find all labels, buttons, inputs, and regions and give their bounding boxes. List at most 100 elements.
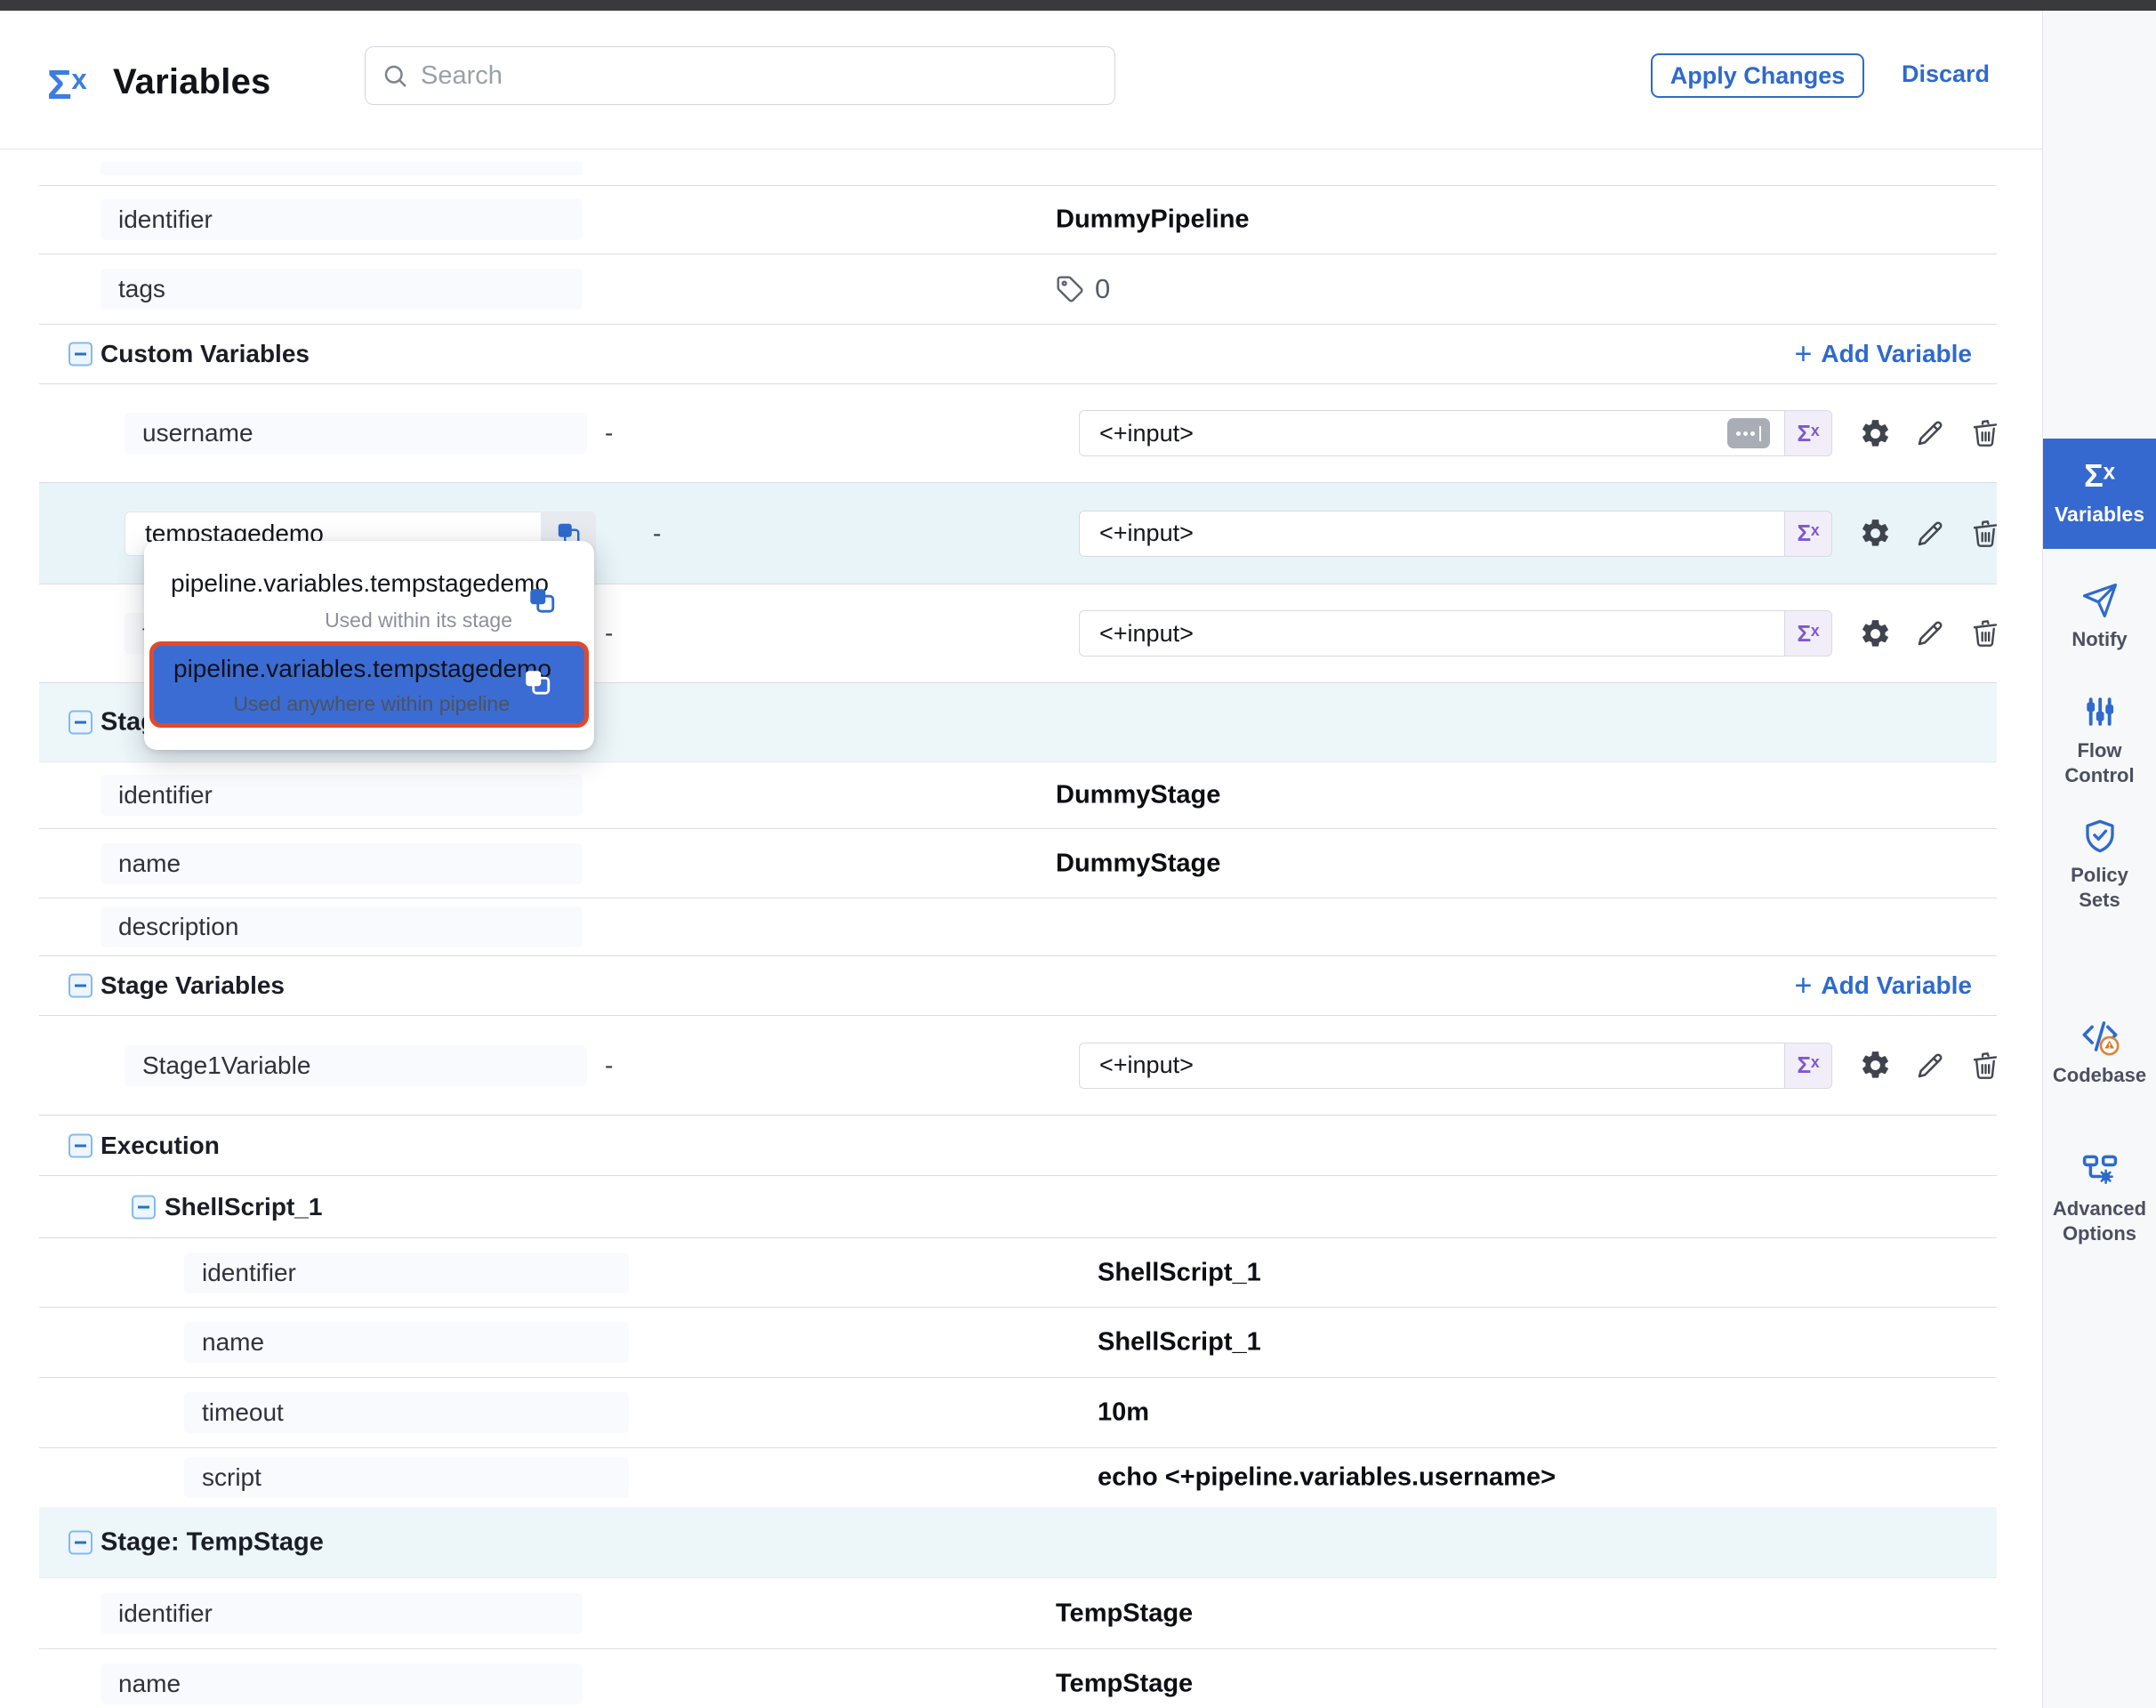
settings-gear-icon[interactable] bbox=[1857, 616, 1893, 651]
variable-value-input[interactable]: <+input> bbox=[1079, 610, 1784, 657]
sidebar-item-advanced-options[interactable]: Advanced Options bbox=[2043, 1150, 2156, 1246]
expression-toggle-icon[interactable]: Σˣ bbox=[1784, 511, 1832, 557]
search-box[interactable] bbox=[365, 46, 1115, 105]
delete-trash-icon[interactable] bbox=[1967, 415, 2003, 451]
table-row-pipeline-tags: tags 0 bbox=[39, 254, 1997, 325]
label-pill-partial bbox=[101, 162, 583, 175]
code-warning-icon bbox=[2043, 1017, 2156, 1056]
sidebar-item-flow-control[interactable]: Flow Control bbox=[2043, 692, 2156, 788]
variable-name: username bbox=[125, 413, 587, 454]
row-value: 0 bbox=[1056, 273, 1110, 305]
row-value: DummyStage bbox=[1056, 849, 1220, 878]
delete-trash-icon[interactable] bbox=[1967, 1048, 2003, 1084]
studio-right-rail: Σˣ Variables Notify Flow Control Policy … bbox=[2042, 11, 2156, 1708]
variables-drawer: Σˣ Variables Apply Changes Discard ident… bbox=[0, 11, 2042, 1708]
table-row-stage-name: name DummyStage bbox=[39, 829, 1997, 898]
variable-value-input-group: <+input> Σˣ bbox=[1079, 1043, 1832, 1089]
row-label: identifier bbox=[101, 775, 583, 816]
variable-value-input-group: <+input> Σˣ bbox=[1079, 511, 1832, 557]
search-input[interactable] bbox=[421, 61, 1098, 91]
copy-icon[interactable] bbox=[527, 585, 557, 620]
section-title: Stage Variables bbox=[101, 971, 285, 1000]
delete-trash-icon[interactable] bbox=[1967, 516, 2003, 552]
row-label: name bbox=[184, 1322, 629, 1363]
edit-pencil-icon[interactable] bbox=[1912, 616, 1948, 651]
delete-trash-icon[interactable] bbox=[1967, 616, 2003, 651]
sidebar-item-variables[interactable]: Σˣ Variables bbox=[2043, 439, 2156, 549]
variable-value-input[interactable]: <+input> bbox=[1079, 1043, 1784, 1089]
row-value: TempStage bbox=[1056, 1670, 1193, 1699]
expression-toggle-icon[interactable]: Σˣ bbox=[1784, 410, 1832, 456]
variable-value-input-group: <+input> Σˣ bbox=[1079, 410, 1832, 456]
row-value: echo <+pipeline.variables.username> bbox=[1098, 1463, 1556, 1493]
row-label: name bbox=[101, 843, 583, 884]
collapse-minus-icon[interactable] bbox=[68, 711, 93, 735]
collapse-minus-icon[interactable] bbox=[68, 1133, 93, 1157]
runtime-input-settings-icon[interactable] bbox=[1727, 418, 1770, 448]
row-label: description bbox=[101, 906, 583, 947]
section-header-shellscript-1: ShellScript_1 bbox=[39, 1176, 1997, 1238]
paper-plane-icon bbox=[2043, 581, 2156, 620]
variables-table: identifier DummyPipeline tags 0 Custom V… bbox=[39, 160, 1997, 1708]
row-label: identifier bbox=[101, 199, 583, 240]
row-value: DummyPipeline bbox=[1056, 205, 1250, 235]
settings-gear-icon[interactable] bbox=[1857, 415, 1893, 451]
sidebar-item-codebase[interactable]: Codebase bbox=[2043, 1017, 2156, 1088]
page-title: Variables bbox=[113, 62, 270, 102]
collapse-minus-icon[interactable] bbox=[68, 974, 93, 998]
window-top-strip bbox=[0, 0, 2156, 11]
sidebar-item-policy-sets[interactable]: Policy Sets bbox=[2043, 817, 2156, 913]
sidebar-item-label: Policy Sets bbox=[2043, 863, 2156, 913]
edit-pencil-icon[interactable] bbox=[1912, 415, 1948, 451]
section-title: Stage: TempStage bbox=[101, 1527, 324, 1557]
collapse-minus-icon[interactable] bbox=[132, 1195, 156, 1219]
plus-icon: + bbox=[1795, 971, 1813, 1001]
row-label: identifier bbox=[184, 1253, 629, 1293]
add-variable-label: Add Variable bbox=[1821, 340, 1972, 368]
expression-toggle-icon[interactable]: Σˣ bbox=[1784, 610, 1832, 657]
scope-hint: Used anywhere within pipeline bbox=[233, 692, 510, 716]
popup-option-stage-scope[interactable]: pipeline.variables.tempstagedemo Used wi… bbox=[144, 550, 594, 639]
variable-row-stage1variable: Stage1Variable - <+input> Σˣ bbox=[39, 1016, 1997, 1116]
flowchart-gear-icon bbox=[2043, 1150, 2156, 1189]
tag-icon bbox=[1056, 275, 1084, 303]
add-variable-button[interactable]: + Add Variable bbox=[1795, 339, 1972, 369]
table-row-step-script: script echo <+pipeline.variables.usernam… bbox=[39, 1448, 1997, 1507]
panel-header: Σˣ Variables Apply Changes Discard bbox=[0, 11, 2042, 149]
row-value: DummyStage bbox=[1056, 781, 1220, 810]
sidebar-item-label: Flow Control bbox=[2043, 738, 2156, 788]
section-title: ShellScript_1 bbox=[165, 1193, 322, 1221]
popup-option-pipeline-scope-selected[interactable]: pipeline.variables.tempstagedemo Used an… bbox=[149, 641, 589, 728]
shield-check-icon bbox=[2043, 817, 2156, 856]
add-variable-button[interactable]: + Add Variable bbox=[1795, 971, 1972, 1001]
expression-toggle-icon[interactable]: Σˣ bbox=[1784, 1043, 1832, 1089]
row-label: name bbox=[101, 1664, 583, 1704]
variable-value-input[interactable]: <+input> bbox=[1079, 511, 1784, 557]
table-row-step-name: name ShellScript_1 bbox=[39, 1308, 1997, 1378]
row-value: 10m bbox=[1098, 1398, 1149, 1428]
row-value: ShellScript_1 bbox=[1098, 1328, 1261, 1358]
settings-gear-icon[interactable] bbox=[1857, 516, 1893, 552]
variables-sigma-icon: Σˣ bbox=[2043, 458, 2156, 494]
collapse-minus-icon[interactable] bbox=[68, 1530, 93, 1554]
sidebar-item-label: Codebase bbox=[2043, 1063, 2156, 1088]
variable-path: pipeline.variables.tempstagedemo bbox=[171, 569, 549, 598]
settings-gear-icon[interactable] bbox=[1857, 1048, 1893, 1084]
table-row-partial bbox=[39, 160, 1997, 186]
sidebar-item-notify[interactable]: Notify bbox=[2043, 581, 2156, 652]
copy-icon[interactable] bbox=[522, 667, 552, 702]
apply-changes-button[interactable]: Apply Changes bbox=[1651, 53, 1864, 98]
row-value: TempStage bbox=[1056, 1599, 1193, 1628]
input-value: <+input> bbox=[1099, 1051, 1194, 1079]
plus-icon: + bbox=[1795, 339, 1813, 369]
section-header-custom-variables: Custom Variables + Add Variable bbox=[39, 325, 1997, 384]
row-label: identifier bbox=[101, 1593, 583, 1634]
edit-pencil-icon[interactable] bbox=[1912, 516, 1948, 552]
section-title: Custom Variables bbox=[101, 340, 310, 368]
edit-pencil-icon[interactable] bbox=[1912, 1048, 1948, 1084]
sliders-icon bbox=[2043, 692, 2156, 731]
collapse-minus-icon[interactable] bbox=[68, 342, 93, 367]
variable-value-input[interactable]: <+input> bbox=[1079, 410, 1784, 456]
discard-button[interactable]: Discard bbox=[1902, 60, 1990, 88]
section-title: Execution bbox=[101, 1132, 220, 1160]
